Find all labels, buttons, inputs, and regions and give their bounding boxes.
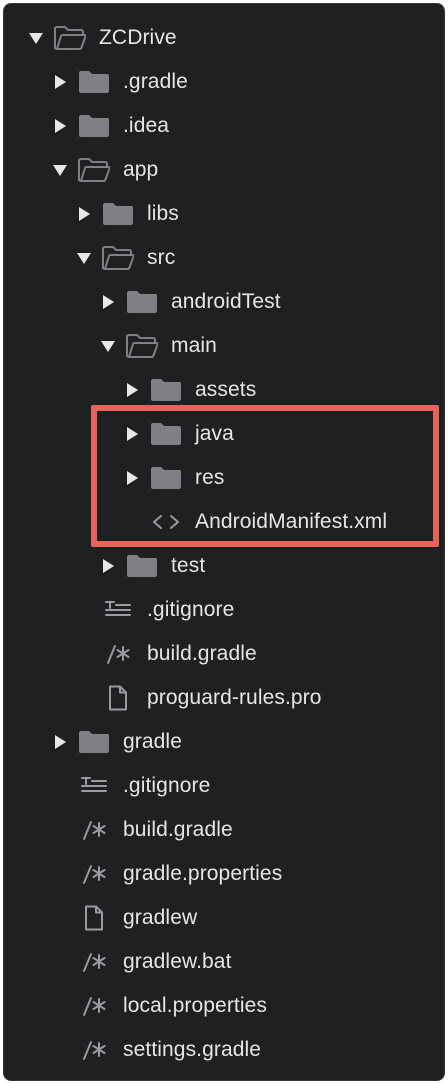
tree-item-label: main: [171, 334, 217, 357]
tree-row-main[interactable]: main: [4, 324, 444, 368]
tree-row-androidtest[interactable]: androidTest: [4, 280, 444, 324]
tree-item-label: src: [147, 246, 176, 269]
tree-item-label: .gitignore: [123, 774, 211, 797]
tree-row-app-build-gradle[interactable]: build.gradle: [4, 632, 444, 676]
comment-script-icon: [102, 641, 134, 667]
tree-item-label: build.gradle: [147, 642, 257, 665]
comment-script-icon: [78, 1037, 110, 1063]
tree-row-assets[interactable]: assets: [4, 368, 444, 412]
tree-row-idea[interactable]: .idea: [4, 104, 444, 148]
disclosure-arrow-down-icon[interactable]: [53, 163, 67, 177]
tree-row-gradlew[interactable]: gradlew: [4, 896, 444, 940]
tree-item-label: test: [171, 554, 206, 577]
tree-row-gradle[interactable]: gradle: [4, 720, 444, 764]
tree-item-label: gradle.properties: [123, 862, 283, 885]
folder-icon: [102, 201, 134, 227]
tree-item-label: build.gradle: [123, 818, 233, 841]
disclosure-arrow-right-icon[interactable]: [77, 207, 91, 221]
folder-open-icon: [78, 157, 110, 183]
tree-row-androidmanifest[interactable]: AndroidManifest.xml: [4, 500, 444, 544]
folder-icon: [150, 465, 182, 491]
folder-icon: [126, 553, 158, 579]
tree-item-label: AndroidManifest.xml: [195, 510, 388, 533]
tree-item-label: res: [195, 466, 225, 489]
tree-row-res[interactable]: res: [4, 456, 444, 500]
disclosure-arrow-down-icon[interactable]: [101, 339, 115, 353]
tree-item-label: .gradle: [123, 70, 188, 93]
tree-item-label: proguard-rules.pro: [147, 686, 322, 709]
tree-row-zcdrive[interactable]: ZCDrive: [4, 16, 444, 60]
tree-row-app[interactable]: app: [4, 148, 444, 192]
disclosure-arrow-right-icon[interactable]: [53, 75, 67, 89]
file-icon: [102, 685, 134, 711]
tree-item-label: app: [123, 158, 159, 181]
folder-open-icon: [102, 245, 134, 271]
folder-icon: [78, 69, 110, 95]
disclosure-arrow-right-icon[interactable]: [53, 735, 67, 749]
tree-item-label: .gitignore: [147, 598, 235, 621]
comment-script-icon: [78, 817, 110, 843]
tree-row-local-properties[interactable]: local.properties: [4, 984, 444, 1028]
xml-code-icon: [150, 509, 182, 535]
comment-script-icon: [78, 861, 110, 887]
tree-row-settings-gradle[interactable]: settings.gradle: [4, 1028, 444, 1072]
disclosure-arrow-right-icon[interactable]: [101, 295, 115, 309]
tree-item-label: assets: [195, 378, 257, 401]
tree-row-app-gitignore[interactable]: .gitignore: [4, 588, 444, 632]
tree-row-gradle-properties[interactable]: gradle.properties: [4, 852, 444, 896]
tree-row-proguard-rules[interactable]: proguard-rules.pro: [4, 676, 444, 720]
folder-open-icon: [126, 333, 158, 359]
disclosure-arrow-down-icon[interactable]: [77, 251, 91, 265]
tree-row-src[interactable]: src: [4, 236, 444, 280]
comment-script-icon: [78, 949, 110, 975]
folder-icon: [78, 729, 110, 755]
folder-open-icon: [54, 25, 86, 51]
disclosure-arrow-right-icon[interactable]: [53, 119, 67, 133]
folder-icon: [78, 113, 110, 139]
comment-script-icon: [78, 993, 110, 1019]
tree-row-gradle-cache[interactable]: .gradle: [4, 60, 444, 104]
tree-row-root-gitignore[interactable]: .gitignore: [4, 764, 444, 808]
tree-row-java[interactable]: java: [4, 412, 444, 456]
folder-icon: [126, 289, 158, 315]
tree-row-root-build-gradle[interactable]: build.gradle: [4, 808, 444, 852]
disclosure-arrow-right-icon[interactable]: [125, 383, 139, 397]
tree-row-gradlew-bat[interactable]: gradlew.bat: [4, 940, 444, 984]
tree-item-label: settings.gradle: [123, 1038, 262, 1061]
tree-item-label: .idea: [123, 114, 170, 137]
disclosure-arrow-right-icon[interactable]: [125, 471, 139, 485]
tree-item-label: java: [195, 422, 234, 445]
tree-row-test[interactable]: test: [4, 544, 444, 588]
tree-row-libs[interactable]: libs: [4, 192, 444, 236]
tree-item-label: libs: [147, 202, 179, 225]
project-navigator: ZCDrive .gradle .idea app libs src andro…: [3, 3, 445, 1081]
tree-item-label: gradle: [123, 730, 182, 753]
tree-item-label: gradlew.bat: [123, 950, 232, 973]
folder-icon: [150, 377, 182, 403]
disclosure-arrow-right-icon[interactable]: [101, 559, 115, 573]
text-lines-icon: [102, 597, 134, 623]
tree-item-label: ZCDrive: [99, 26, 177, 49]
tree-item-label: gradlew: [123, 906, 198, 929]
disclosure-arrow-right-icon[interactable]: [125, 427, 139, 441]
disclosure-arrow-down-icon[interactable]: [29, 31, 43, 45]
folder-icon: [150, 421, 182, 447]
tree-item-label: androidTest: [171, 290, 281, 313]
tree-item-label: local.properties: [123, 994, 268, 1017]
file-icon: [78, 905, 110, 931]
text-lines-icon: [78, 773, 110, 799]
